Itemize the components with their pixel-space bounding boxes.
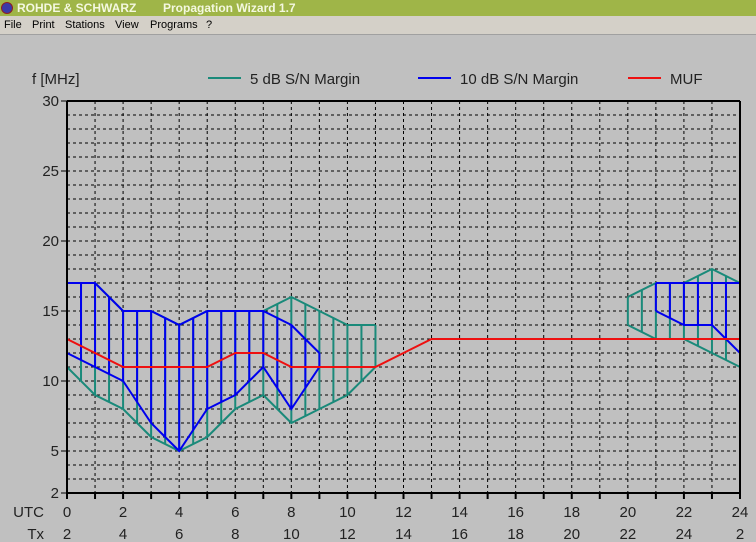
legend-label-5db: 5 dB S/N Margin xyxy=(250,71,360,88)
grid xyxy=(67,101,740,493)
x-tick-label: 14 xyxy=(451,504,468,521)
legend-label-muf: MUF xyxy=(670,71,703,88)
y-tick-label: 10 xyxy=(42,373,59,390)
x-tick-label: 6 xyxy=(175,526,183,542)
x-tick-label: 24 xyxy=(732,504,749,521)
x-tick-label: 16 xyxy=(451,526,468,542)
x-tick-label: 10 xyxy=(339,504,356,521)
y-axis-label: f [MHz] xyxy=(32,71,80,88)
x-tick-label: 16 xyxy=(507,504,524,521)
y-tick-label: 5 xyxy=(51,443,59,460)
x-row-label: Tx xyxy=(27,526,44,542)
x-tick-label: 4 xyxy=(119,526,127,542)
x-tick-label: 2 xyxy=(119,504,127,521)
x-tick-label: 22 xyxy=(676,504,693,521)
x-tick-label: 12 xyxy=(395,504,412,521)
x-tick-label: 18 xyxy=(563,504,580,521)
y-tick-label: 30 xyxy=(42,93,59,110)
x-tick-label: 8 xyxy=(231,526,239,542)
x-tick-label: 20 xyxy=(563,526,580,542)
x-tick-label: 4 xyxy=(175,504,183,521)
y-tick-label: 15 xyxy=(42,303,59,320)
x-tick-label: 2 xyxy=(63,526,71,542)
x-tick-label: 12 xyxy=(339,526,356,542)
y-tick-label: 25 xyxy=(42,163,59,180)
propagation-chart: f [MHz] 5 dB S/N Margin 10 dB S/N Margin… xyxy=(13,71,749,542)
x-tick-label: 22 xyxy=(619,526,636,542)
legend: 5 dB S/N Margin 10 dB S/N Margin MUF xyxy=(208,71,703,88)
x-tick-label: 18 xyxy=(507,526,524,542)
x-tick-label: 6 xyxy=(231,504,239,521)
x-tick-label: 8 xyxy=(287,504,295,521)
y-tick-label: 2 xyxy=(51,485,59,502)
y-tick-label: 20 xyxy=(42,233,59,250)
x-tick-label: 24 xyxy=(676,526,693,542)
x-tick-label: 0 xyxy=(63,504,71,521)
x-tick-label: 14 xyxy=(395,526,412,542)
x-tick-label: 20 xyxy=(619,504,636,521)
x-row-label: UTC xyxy=(13,504,44,521)
x-tick-label: 10 xyxy=(283,526,300,542)
legend-label-10db: 10 dB S/N Margin xyxy=(460,71,578,88)
x-tick-label: 2 xyxy=(736,526,744,542)
